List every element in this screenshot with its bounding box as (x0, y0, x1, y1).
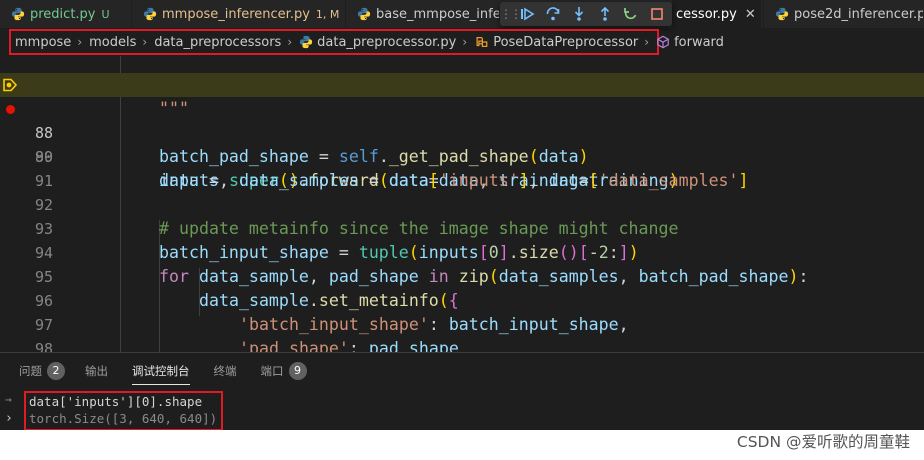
chevron-right-icon: › (287, 35, 293, 49)
panel-tab-bar: 问题 2 输出 调试控制台 终端 端口 9 (0, 353, 924, 389)
editor-tab-bar: predict.py U mmpose_inferencer.py 1, M b… (0, 0, 924, 28)
python-file-icon (300, 35, 313, 49)
python-file-icon (357, 7, 371, 21)
tab-mmpose-inferencer-py[interactable]: mmpose_inferencer.py 1, M (132, 0, 344, 28)
python-file-icon (11, 7, 25, 21)
breadcrumb: mmpose › models › data_preprocessors › d… (9, 29, 724, 55)
python-file-icon (143, 7, 157, 21)
step-over-icon[interactable] (540, 2, 566, 26)
code-line: 87 """ (0, 56, 924, 118)
python-file-icon (775, 7, 789, 21)
tab-label: 终端 (213, 364, 237, 378)
tab-label: 调试控制台 (132, 364, 190, 378)
tab-predict-py[interactable]: predict.py U (0, 0, 130, 28)
console-output-line: torch.Size([3, 640, 640]) (29, 411, 218, 426)
continue-icon[interactable] (514, 2, 540, 26)
breadcrumb-item-mmpose[interactable]: mmpose (15, 35, 71, 50)
code-line: 97 'pad_shape': pad_shape (0, 289, 924, 352)
tab-terminal[interactable]: 终端 (214, 353, 237, 389)
chevron-right-icon[interactable]: › (5, 411, 13, 426)
tab-label: mmpose_inferencer.py (162, 6, 310, 22)
breadcrumb-label: models (89, 34, 137, 50)
tab-status: U (101, 7, 110, 21)
code-editor[interactable]: 87 """ 88 batch_pad_shape = self._get_pa… (0, 56, 924, 352)
breadcrumb-item-file[interactable]: data_preprocessor.py (299, 35, 456, 50)
tab-label: base_mmpose_infere (376, 6, 500, 22)
tab-label: 端口 (260, 364, 284, 378)
tab-problems[interactable]: 问题 2 (19, 353, 65, 389)
code-line: 90 inputs, data_samples = data['inputs']… (0, 121, 924, 190)
tab-debug-console[interactable]: 调试控制台 (132, 353, 190, 389)
breadcrumb-item-class[interactable]: PoseDataPreprocessor (474, 35, 638, 50)
code-line: 99 (0, 337, 924, 352)
debug-toolbar: ⋮⋮ (500, 2, 672, 26)
code-line: 96 'batch_input_shape': batch_input_shap… (0, 265, 924, 334)
breadcrumb-label: data_preprocessor.py (317, 34, 457, 50)
tab-label: 输出 (85, 364, 108, 378)
code-line: 89 data = super().forward(data=data, tra… (0, 97, 924, 190)
class-symbol-icon (476, 37, 488, 47)
gripper-icon[interactable]: ⋮⋮ (500, 7, 522, 21)
code-line: 93 batch_input_shape = tuple(inputs[0].s… (0, 193, 924, 262)
tab-label: cessor.py (676, 6, 737, 22)
method-symbol-icon (657, 35, 669, 49)
breadcrumb-item-data-preprocessors[interactable]: data_preprocessors (154, 35, 281, 50)
step-out-icon[interactable] (592, 2, 618, 26)
chevron-right-icon: › (77, 35, 83, 49)
close-icon[interactable]: ✕ (745, 7, 756, 22)
code-line: 92 # update metainfo since the image sha… (0, 169, 924, 238)
tab-pose2d-inferencer-py[interactable]: pose2d_inferencer.py (764, 0, 924, 28)
console-input-line: data['inputs'][0].shape (29, 394, 203, 409)
chevron-right-icon: › (462, 35, 468, 49)
code-line: 94 for data_sample, pad_shape in zip(dat… (0, 217, 924, 286)
tab-output[interactable]: 输出 (85, 353, 108, 389)
watermark: CSDN @爱听歌的周童鞋 (736, 433, 910, 451)
debug-current-line-icon (3, 78, 17, 92)
tab-data-preprocessor-py-active[interactable]: cessor.py ✕ (672, 0, 762, 28)
stop-icon[interactable] (644, 2, 670, 26)
tab-label: predict.py (30, 6, 96, 22)
breadcrumb-label: mmpose (15, 34, 72, 50)
tab-ports[interactable]: 端口 9 (261, 353, 307, 389)
ports-count-badge: 9 (288, 362, 307, 380)
breadcrumb-item-models[interactable]: models (89, 35, 136, 50)
breakpoint-icon[interactable] (6, 105, 15, 114)
chevron-right-icon: › (142, 35, 148, 49)
code-line: 95 data_sample.set_metainfo({ (0, 241, 924, 310)
tab-label: 问题 (19, 364, 42, 378)
code-line-current: 88 batch_pad_shape = self._get_pad_shape… (0, 73, 924, 166)
step-into-icon[interactable] (566, 2, 592, 26)
breadcrumb-label: PoseDataPreprocessor (493, 34, 639, 50)
code-line: 91 (0, 145, 924, 190)
tab-label: pose2d_inferencer.py (794, 6, 924, 22)
code-line: 98 }) (0, 313, 924, 352)
chevron-right-icon: › (644, 35, 650, 49)
problems-count-badge: 2 (47, 362, 65, 380)
breadcrumb-label: forward (674, 34, 724, 50)
arrow-right-icon: → (5, 393, 12, 406)
tab-base-mmpose-inferencer-py[interactable]: base_mmpose_infere (346, 0, 500, 28)
breadcrumb-item-method[interactable]: forward (656, 35, 724, 50)
tab-status: 1, M (315, 7, 340, 21)
breadcrumb-label: data_preprocessors (154, 34, 282, 50)
restart-icon[interactable] (618, 2, 644, 26)
